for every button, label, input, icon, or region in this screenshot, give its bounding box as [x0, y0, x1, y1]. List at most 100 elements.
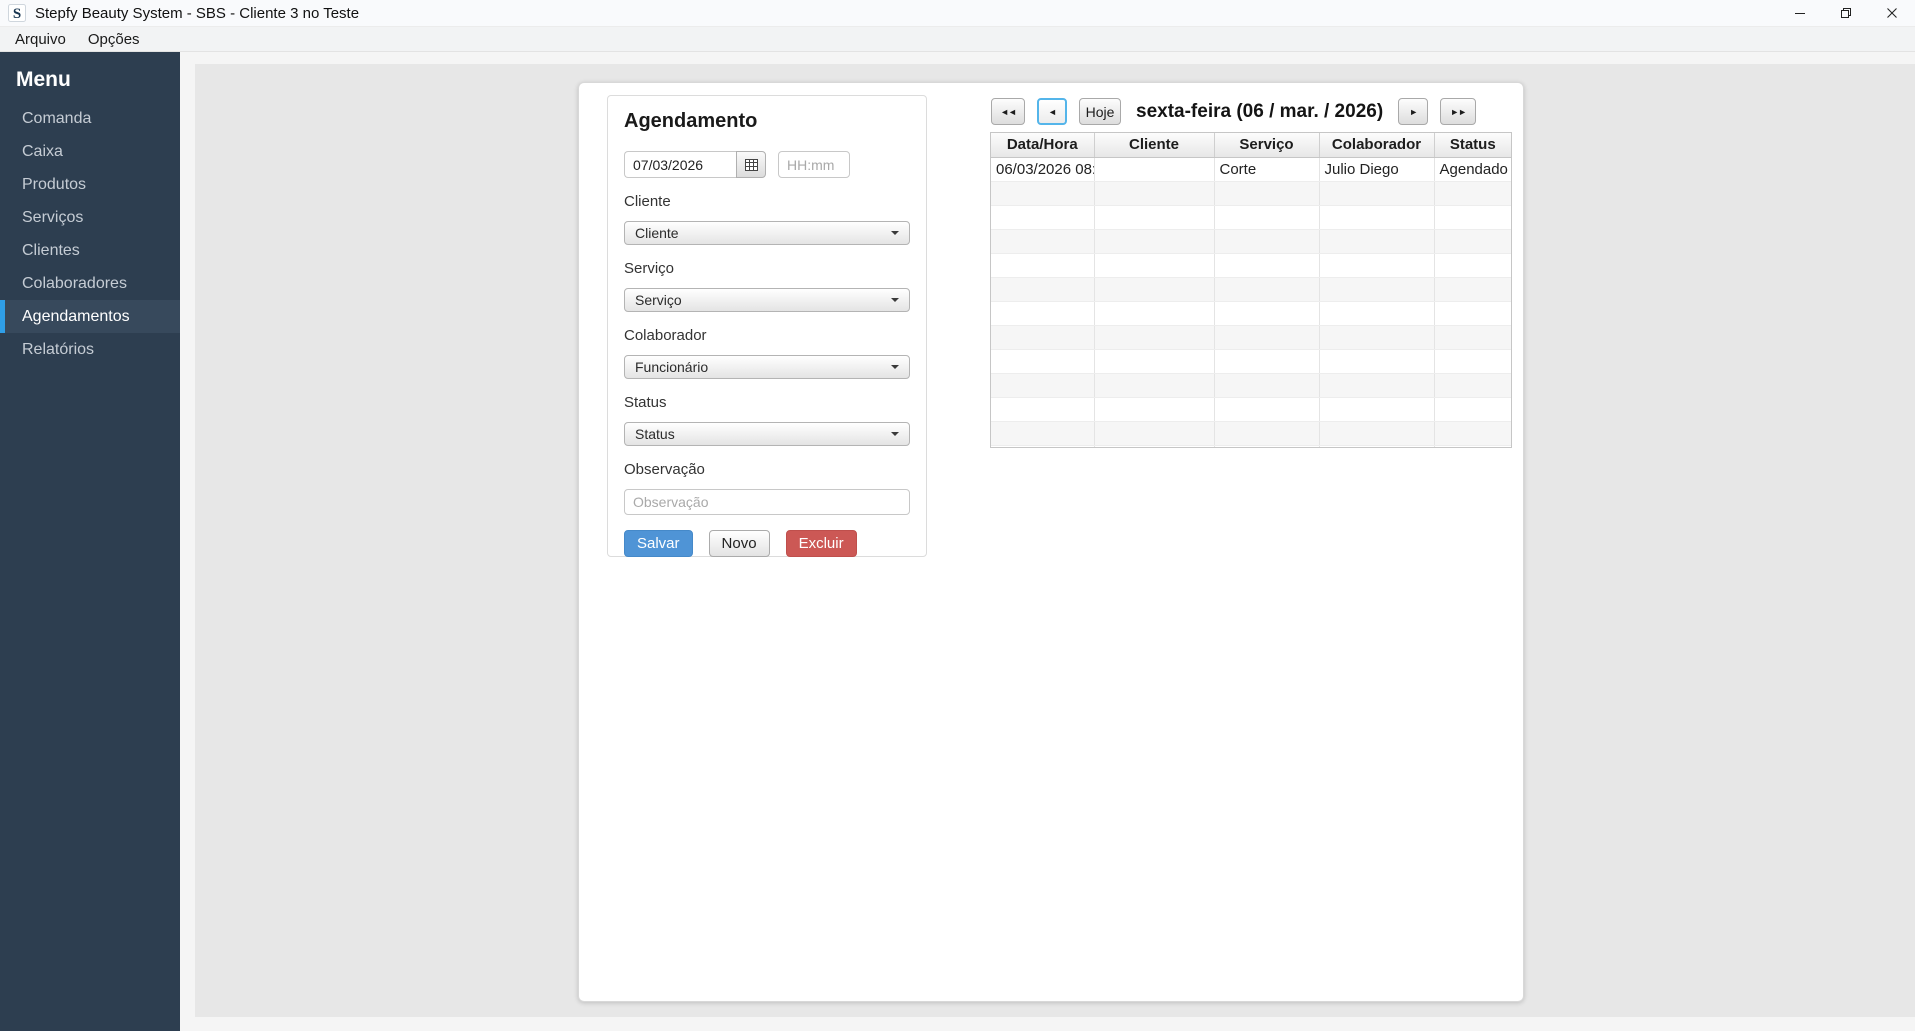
app-logo-icon: S — [8, 4, 26, 22]
table-cell — [1214, 301, 1319, 325]
table-cell — [1319, 181, 1434, 205]
table-row[interactable] — [991, 421, 1511, 445]
table-cell — [1094, 157, 1214, 181]
table-cell — [1214, 397, 1319, 421]
today-button[interactable]: Hoje — [1079, 98, 1121, 125]
minimize-button[interactable] — [1777, 0, 1823, 26]
sidebar-item-agendamentos[interactable]: Agendamentos — [0, 300, 180, 333]
table-cell — [1094, 229, 1214, 253]
previous-day-button[interactable]: ◄ — [1037, 98, 1067, 125]
time-input[interactable] — [778, 151, 850, 178]
table-cell: Corte — [1214, 157, 1319, 181]
table-cell — [1094, 421, 1214, 445]
chevron-down-icon — [891, 365, 899, 369]
observacao-input[interactable] — [624, 489, 910, 515]
menu-item-opes[interactable]: Opções — [77, 28, 151, 51]
sidebar-item-relatrios[interactable]: Relatórios — [0, 333, 180, 366]
table-row[interactable] — [991, 445, 1511, 448]
restore-button[interactable] — [1823, 0, 1869, 26]
calendar-button[interactable] — [736, 151, 766, 178]
table-row[interactable] — [991, 229, 1511, 253]
table-cell — [1214, 229, 1319, 253]
table-cell — [991, 373, 1094, 397]
table-row[interactable] — [991, 349, 1511, 373]
column-header[interactable]: Data/Hora — [991, 133, 1094, 157]
sidebar-item-servios[interactable]: Serviços — [0, 201, 180, 234]
sidebar-item-produtos[interactable]: Produtos — [0, 168, 180, 201]
table-row[interactable] — [991, 397, 1511, 421]
column-header[interactable]: Cliente — [1094, 133, 1214, 157]
table-cell — [1434, 373, 1511, 397]
table-row[interactable] — [991, 181, 1511, 205]
table-row[interactable] — [991, 205, 1511, 229]
table-cell — [1434, 301, 1511, 325]
titlebar: S Stepfy Beauty System - SBS - Cliente 3… — [0, 0, 1915, 27]
status-select[interactable]: Status — [624, 422, 910, 446]
table-cell — [1094, 277, 1214, 301]
table-cell — [1434, 205, 1511, 229]
next-day-button[interactable]: ► — [1398, 98, 1428, 125]
column-header[interactable]: Serviço — [1214, 133, 1319, 157]
last-day-button[interactable]: ►► — [1440, 98, 1476, 125]
current-date-label: sexta-feira (06 / mar. / 2026) — [1136, 101, 1383, 123]
table-cell: Agendado — [1434, 157, 1511, 181]
svg-text:S: S — [13, 6, 21, 22]
table-row[interactable] — [991, 325, 1511, 349]
sidebar-item-clientes[interactable]: Clientes — [0, 234, 180, 267]
new-button[interactable]: Novo — [709, 530, 770, 557]
table-cell — [1434, 445, 1511, 448]
table-cell — [1094, 373, 1214, 397]
table-cell — [991, 253, 1094, 277]
table-row[interactable] — [991, 277, 1511, 301]
colaborador-select[interactable]: Funcionário — [624, 355, 910, 379]
first-day-button[interactable]: ◄◄ — [991, 98, 1025, 125]
table-cell — [991, 229, 1094, 253]
chevron-down-icon — [891, 432, 899, 436]
table-cell — [1214, 373, 1319, 397]
column-header[interactable]: Status — [1434, 133, 1511, 157]
table-cell — [1319, 229, 1434, 253]
table-cell — [991, 181, 1094, 205]
table-cell — [991, 301, 1094, 325]
servico-label: Serviço — [624, 260, 910, 277]
table-cell — [1319, 253, 1434, 277]
chevron-down-icon — [891, 298, 899, 302]
table-cell — [991, 277, 1094, 301]
minimize-icon — [1794, 7, 1806, 19]
table-cell — [1214, 205, 1319, 229]
table-cell — [991, 421, 1094, 445]
menu-item-arquivo[interactable]: Arquivo — [4, 28, 77, 51]
close-button[interactable] — [1869, 0, 1915, 26]
table-row[interactable]: 06/03/2026 08:00CorteJulio DiegoAgendado — [991, 157, 1511, 181]
table-cell — [1434, 325, 1511, 349]
delete-button[interactable]: Excluir — [786, 530, 857, 557]
table-cell — [991, 445, 1094, 448]
table-cell — [1319, 397, 1434, 421]
status-label: Status — [624, 394, 910, 411]
scheduler-nav: ◄◄ ◄ Hoje sexta-feira (06 / mar. / 2026)… — [991, 98, 1476, 125]
calendar-icon — [745, 158, 758, 171]
sidebar-item-caixa[interactable]: Caixa — [0, 135, 180, 168]
sidebar-item-colaboradores[interactable]: Colaboradores — [0, 267, 180, 300]
appointments-table: Data/HoraClienteServiçoColaboradorStatus… — [990, 132, 1512, 448]
table-cell — [991, 325, 1094, 349]
table-row[interactable] — [991, 373, 1511, 397]
column-header[interactable]: Colaborador — [1319, 133, 1434, 157]
date-input[interactable] — [624, 151, 736, 178]
servico-select[interactable]: Serviço — [624, 288, 910, 312]
table-row[interactable] — [991, 301, 1511, 325]
sidebar-item-comanda[interactable]: Comanda — [0, 102, 180, 135]
close-icon — [1886, 7, 1898, 19]
table-row[interactable] — [991, 253, 1511, 277]
table-cell — [1214, 349, 1319, 373]
table-cell — [1214, 253, 1319, 277]
cliente-select[interactable]: Cliente — [624, 221, 910, 245]
table-cell — [1319, 277, 1434, 301]
save-button[interactable]: Salvar — [624, 530, 693, 557]
table-cell: Julio Diego — [1319, 157, 1434, 181]
table-cell — [1319, 373, 1434, 397]
table-cell — [1214, 421, 1319, 445]
table-cell — [1434, 421, 1511, 445]
sidebar-header: Menu — [0, 52, 180, 102]
table-cell — [1434, 397, 1511, 421]
